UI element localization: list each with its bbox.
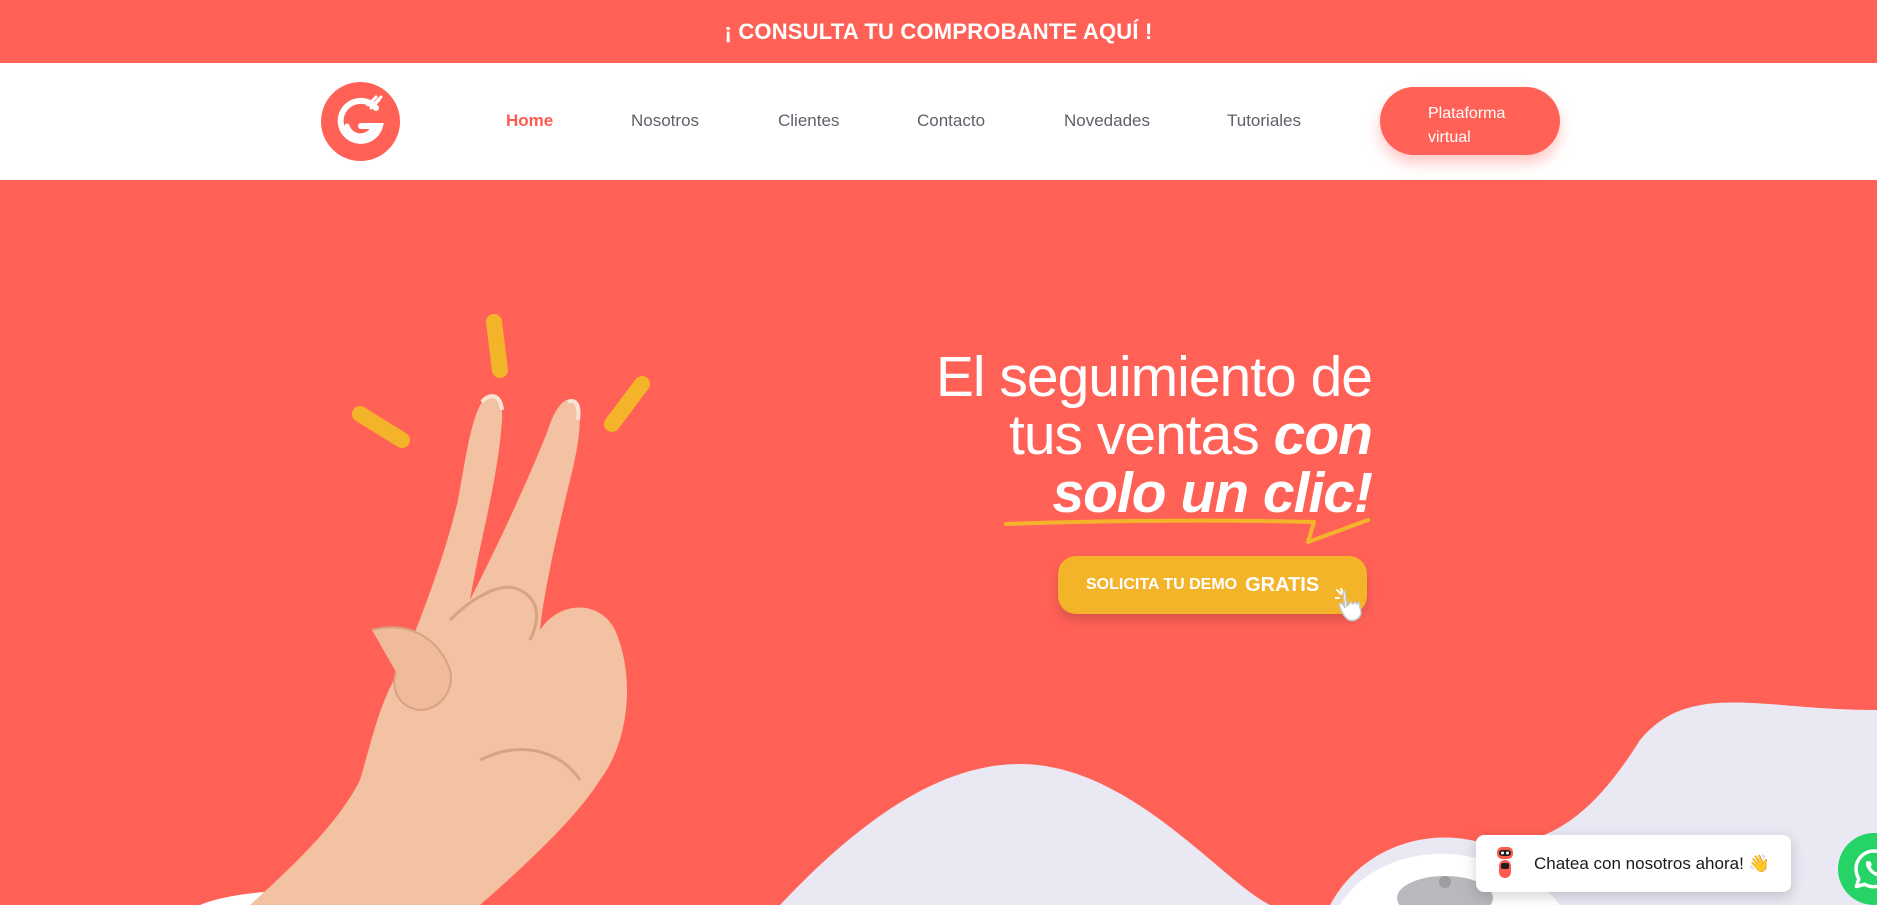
nav-contacto[interactable]: Contacto	[917, 111, 985, 131]
hero-section: El seguimiento de tus ventas con solo un…	[0, 180, 1877, 905]
spark-line	[604, 376, 650, 432]
logo[interactable]	[321, 82, 400, 161]
demo-button-small-text: SOLICITA TU DEMO	[1086, 576, 1238, 593]
chat-bubble[interactable]: Chatea con nosotros ahora! 👋	[1476, 835, 1791, 892]
scribble-underline	[1004, 518, 1370, 544]
cta-line2: virtual	[1428, 129, 1471, 146]
plataforma-virtual-button[interactable]: Plataforma virtual	[1380, 87, 1560, 155]
solicita-demo-button[interactable]: SOLICITA TU DEMO GRATIS	[1058, 556, 1367, 614]
demo-button-big-text: GRATIS	[1245, 573, 1320, 596]
hero-background	[200, 314, 1877, 905]
nav-nosotros[interactable]: Nosotros	[631, 111, 699, 131]
cta-line1: Plataforma	[1428, 105, 1506, 122]
dome-knob	[1439, 876, 1451, 888]
nav-tutoriales[interactable]: Tutoriales	[1227, 111, 1301, 131]
headline-line2-emphasis: con	[1273, 403, 1373, 467]
whatsapp-icon	[1854, 849, 1877, 889]
nav-novedades[interactable]: Novedades	[1064, 111, 1150, 131]
nav-clientes[interactable]: Clientes	[778, 111, 839, 131]
chat-bubble-text: Chatea con nosotros ahora! 👋	[1534, 854, 1770, 873]
headline-line2-regular: tus ventas	[1009, 403, 1274, 467]
wave-shape	[780, 764, 1270, 905]
nav-home[interactable]: Home	[506, 111, 553, 131]
hand-illustration	[250, 394, 627, 905]
consulta-comprobante-link[interactable]: ¡ CONSULTA TU COMPROBANTE AQUÍ !	[724, 19, 1152, 45]
navbar: Home Nosotros Clientes Contacto Novedade…	[0, 63, 1877, 180]
headline-line2: tus ventas con	[820, 403, 1373, 467]
top-banner: ¡ CONSULTA TU COMPROBANTE AQUÍ !	[0, 0, 1877, 63]
robot-icon	[1497, 847, 1513, 878]
headline-line3: solo un clic!	[1052, 461, 1373, 525]
pointer-hand-icon	[1335, 588, 1362, 622]
hero-headline: El seguimiento de tus ventas con solo un…	[820, 345, 1373, 525]
g-fork-logo-icon	[337, 95, 384, 144]
spark-line	[352, 406, 410, 448]
spark-line	[486, 314, 508, 378]
headline-line1: El seguimiento de	[935, 345, 1373, 409]
